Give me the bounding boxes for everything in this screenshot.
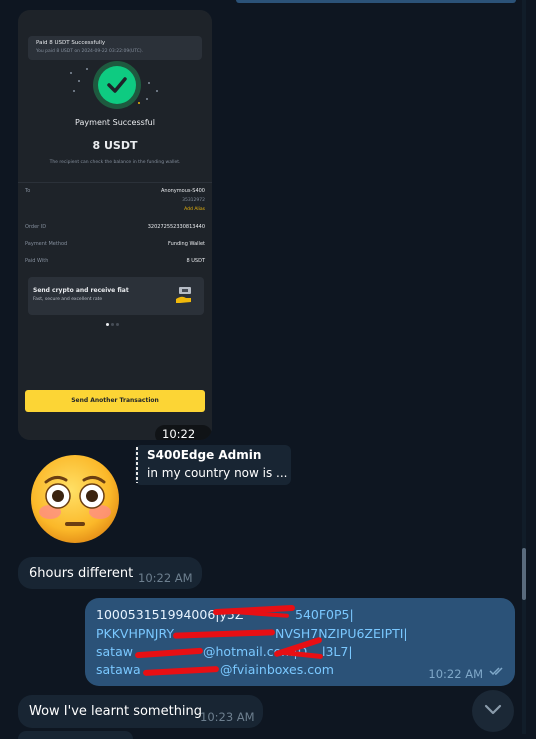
confetti-dot: [146, 98, 148, 100]
promo-title: Send crypto and receive fiat: [33, 287, 129, 294]
message-bubble-incoming[interactable]: Wow I've learnt something 10:23 AM: [18, 695, 263, 728]
paid-with-label: Paid With: [25, 258, 49, 264]
reply-preview-text: in my country now is ...: [147, 466, 288, 480]
payment-note: The recipient can check the balance in t…: [49, 160, 181, 165]
message-line: NVSH7NZIPU6ZEIPTI|: [275, 626, 408, 641]
message-time: 10:23 AM: [200, 710, 255, 724]
promo-subtitle: Fast, secure and excellent rate: [33, 297, 103, 302]
scrollbar-track[interactable]: [522, 0, 526, 734]
order-id-label: Order ID: [25, 224, 47, 230]
promo-card: Send crypto and receive fiat Fast, secur…: [28, 277, 204, 315]
message-line: satawa: [96, 662, 141, 677]
notification-title: Paid 8 USDT Successfully: [36, 40, 106, 46]
message-text: 6hours different: [29, 566, 134, 581]
payment-notification: Paid 8 USDT Successfully You paid 8 USDT…: [28, 36, 202, 60]
cash-hand-icon: [176, 287, 192, 305]
confetti-dot: [78, 80, 80, 82]
chevron-down-icon: [484, 704, 502, 715]
order-id-value: 320272552330813440: [147, 224, 205, 230]
to-value: Anonymous-S400: [160, 188, 205, 194]
reply-sender-name: S400Edge Admin: [147, 448, 262, 462]
scrollbar-thumb[interactable]: [522, 548, 526, 600]
carousel-dots: [106, 311, 121, 330]
double-check-icon: [489, 661, 507, 680]
message-line: sataw: [96, 644, 133, 659]
flushed-face-emoji[interactable]: [28, 452, 122, 546]
payment-title: Payment Successful: [75, 118, 155, 127]
divider: [18, 182, 212, 183]
message-line: 540F0P5|: [295, 607, 354, 622]
confetti-dot: [156, 90, 158, 92]
redaction-scribble: [134, 647, 204, 659]
to-label: To: [25, 188, 31, 194]
payment-method-label: Payment Method: [25, 241, 68, 247]
photo-timestamp: 10:22 AM: [155, 425, 212, 440]
receipt-screenshot: Paid 8 USDT Successfully You paid 8 USDT…: [18, 10, 212, 440]
confetti-dot: [138, 102, 140, 104]
confetti-dot: [70, 72, 72, 74]
next-message-edge: [18, 731, 133, 739]
message-bubble-incoming[interactable]: 6hours different 10:22 AM: [18, 557, 202, 589]
to-id: 35312972: [182, 198, 205, 203]
confetti-dot: [86, 68, 88, 70]
message-line: PKKVHPNJRY: [96, 626, 174, 641]
payment-method-value: Funding Wallet: [168, 241, 205, 247]
previous-message-edge: [236, 0, 516, 3]
message-time: 10:22 AM: [428, 667, 483, 681]
receipt-photo-message[interactable]: Paid 8 USDT Successfully You paid 8 USDT…: [18, 10, 212, 440]
add-alias-link: Add Alias: [184, 207, 205, 212]
message-line: l3L7|: [322, 644, 353, 659]
redaction-scribble: [172, 629, 276, 639]
scroll-to-bottom-button[interactable]: [472, 690, 514, 732]
notification-subtitle: You paid 8 USDT on 2024-09-22 03:22:09(U…: [36, 49, 144, 54]
confetti-dot: [73, 90, 75, 92]
confetti-dot: [148, 82, 150, 84]
send-another-transaction-button: Send Another Transaction: [25, 390, 205, 412]
reply-bar: [136, 447, 138, 483]
payment-amount: 8 USDT: [92, 139, 138, 152]
message-bubble-outgoing[interactable]: 100053151994006|y5Z 540F0P5| PKKVHPNJRY …: [85, 598, 515, 686]
redaction-scribble: [142, 666, 220, 676]
success-check-icon: [98, 66, 136, 104]
message-text: Wow I've learnt something: [29, 704, 203, 719]
message-time: 10:22 AM: [138, 571, 193, 585]
paid-with-value: 8 USDT: [186, 258, 205, 264]
reply-quote[interactable]: S400Edge Admin in my country now is ...: [135, 445, 291, 485]
message-line: @fviainboxes.com: [220, 662, 334, 677]
